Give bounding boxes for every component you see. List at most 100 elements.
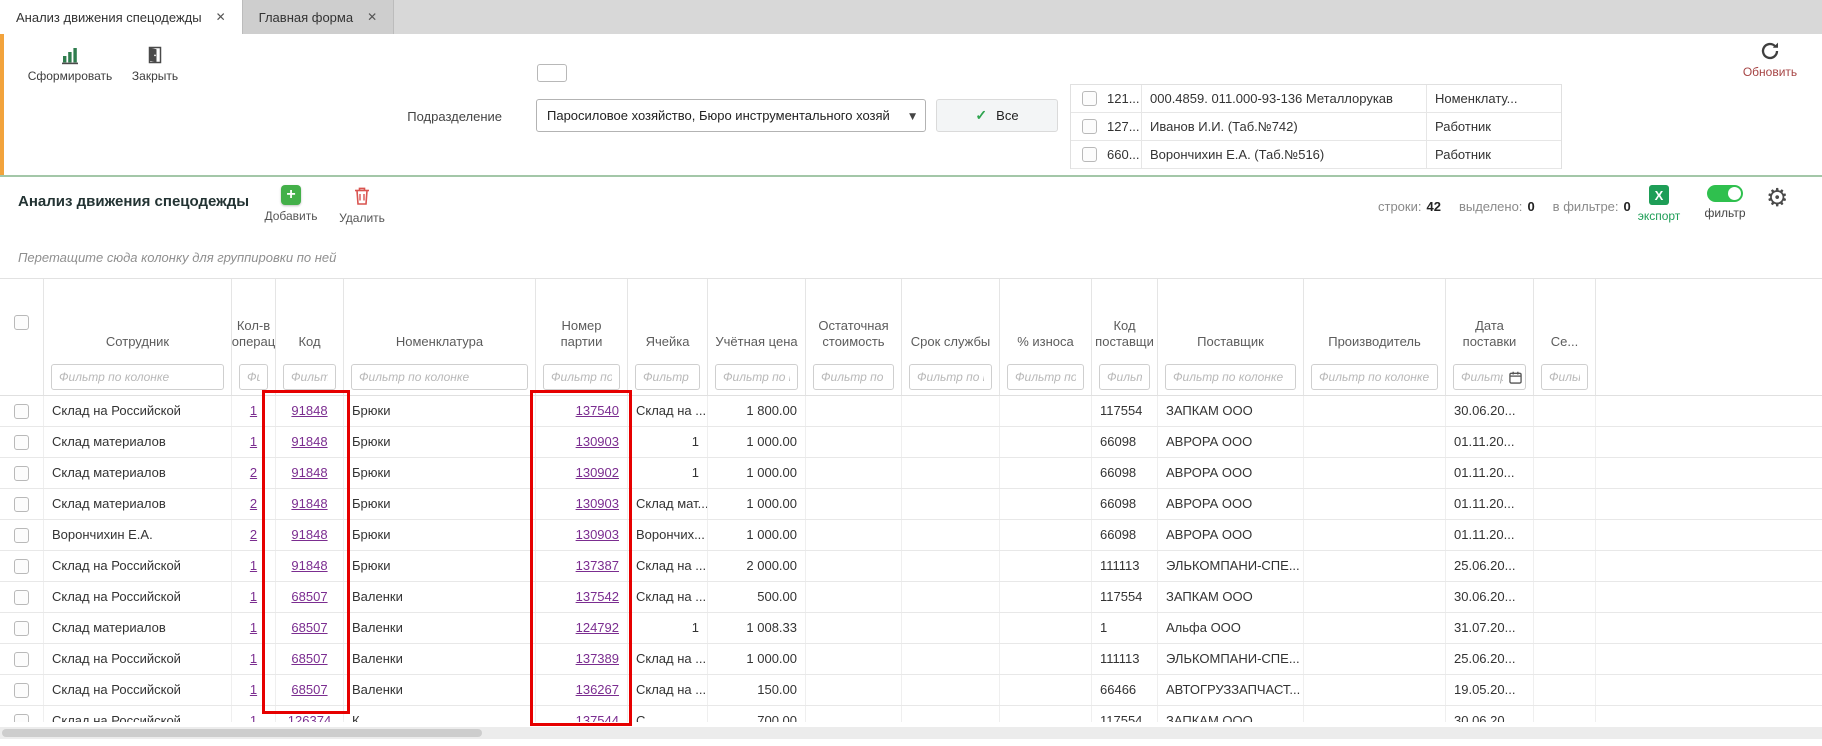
code-link[interactable]: 68507 [291, 620, 327, 635]
column-header-supplier[interactable]: Поставщик [1158, 279, 1304, 358]
table-row[interactable]: Склад материалов168507Валенки12479211 00… [0, 613, 1822, 644]
code-link[interactable]: 91848 [291, 403, 327, 418]
row-checkbox[interactable] [14, 652, 29, 667]
filter-input-supplier[interactable] [1165, 364, 1296, 390]
scrollbar-thumb[interactable] [2, 729, 482, 737]
row-checkbox[interactable] [1082, 119, 1097, 134]
toggle-on-icon[interactable] [1707, 185, 1743, 202]
batch-link[interactable]: 137542 [576, 589, 619, 604]
filter-input-nomenclature[interactable] [351, 364, 528, 390]
filter-input-series[interactable] [1541, 364, 1588, 390]
close-icon[interactable]: ✕ [367, 10, 377, 24]
operations-link[interactable]: 1 [250, 403, 257, 418]
filter-input-operations[interactable] [239, 364, 268, 390]
code-link[interactable]: 68507 [291, 651, 327, 666]
batch-link[interactable]: 137389 [576, 651, 619, 666]
filter-toggle[interactable]: фильтр [1698, 185, 1752, 220]
batch-link[interactable]: 130903 [576, 527, 619, 542]
close-icon[interactable]: ✕ [216, 10, 226, 24]
operations-link[interactable]: 2 [250, 465, 257, 480]
column-header-supplier_code[interactable]: Код поставщи [1092, 279, 1158, 358]
batch-link[interactable]: 136267 [576, 682, 619, 697]
delete-button[interactable]: Удалить [332, 185, 392, 225]
row-checkbox[interactable] [14, 528, 29, 543]
operations-link[interactable]: 1 [250, 434, 257, 449]
code-link[interactable]: 68507 [291, 589, 327, 604]
column-header-cell[interactable]: Ячейка [628, 279, 708, 358]
generate-button[interactable]: Сформировать [24, 44, 116, 83]
operations-link[interactable]: 1 [250, 651, 257, 666]
filter-input-service_life[interactable] [909, 364, 992, 390]
operations-link[interactable]: 2 [250, 496, 257, 511]
row-checkbox[interactable] [1082, 91, 1097, 106]
column-header-price[interactable]: Учётная цена [708, 279, 806, 358]
row-checkbox[interactable] [14, 497, 29, 512]
side-table-row[interactable]: 127...Иванов И.И. (Таб.№742)Работник [1071, 113, 1561, 141]
export-excel-button[interactable]: X экспорт [1630, 185, 1688, 223]
column-header-wear[interactable]: % износа [1000, 279, 1092, 358]
table-row[interactable]: Склад материалов191848Брюки13090311 000.… [0, 427, 1822, 458]
gear-icon[interactable]: ⚙ [1766, 183, 1788, 212]
code-link[interactable]: 91848 [291, 496, 327, 511]
department-dropdown[interactable]: Паросиловое хозяйство, Бюро инструментал… [536, 99, 926, 132]
column-header-employee[interactable]: Сотрудник [44, 279, 232, 358]
batch-link[interactable]: 130903 [576, 434, 619, 449]
select-all-values-button[interactable]: ✓ Все [936, 99, 1058, 132]
filter-input-employee[interactable] [51, 364, 224, 390]
row-checkbox[interactable] [14, 590, 29, 605]
table-row[interactable]: Склад на Российской191848Брюки137540Скла… [0, 396, 1822, 427]
batch-link[interactable]: 137544 [576, 713, 619, 722]
filter-input-residual[interactable] [813, 364, 894, 390]
operations-link[interactable]: 1 [250, 589, 257, 604]
row-checkbox[interactable] [14, 714, 29, 723]
column-header-code[interactable]: Код [276, 279, 344, 358]
operations-link[interactable]: 1 [250, 682, 257, 697]
code-link[interactable]: 91848 [291, 527, 327, 542]
filter-input-supplier_code[interactable] [1099, 364, 1150, 390]
code-link[interactable]: 91848 [291, 434, 327, 449]
batch-link[interactable]: 137387 [576, 558, 619, 573]
table-row[interactable]: Склад на Российской1126374К...137544С...… [0, 706, 1822, 722]
tab-main-form[interactable]: Главная форма ✕ [242, 0, 394, 34]
horizontal-scrollbar[interactable] [0, 727, 1822, 739]
column-header-operations[interactable]: Кол-в операц [232, 279, 276, 358]
batch-link[interactable]: 137540 [576, 403, 619, 418]
column-header-manufacturer[interactable]: Производитель [1304, 279, 1446, 358]
row-checkbox[interactable] [14, 559, 29, 574]
code-link[interactable]: 91848 [291, 465, 327, 480]
column-header-service_life[interactable]: Срок службы [902, 279, 1000, 358]
table-row[interactable]: Склад материалов291848Брюки130903Склад м… [0, 489, 1822, 520]
filter-input-price[interactable] [715, 364, 798, 390]
code-link[interactable]: 126374 [288, 713, 331, 722]
column-header-residual[interactable]: Остаточная стоимость [806, 279, 902, 358]
filter-input-batch[interactable] [543, 364, 620, 390]
row-checkbox[interactable] [14, 683, 29, 698]
batch-link[interactable]: 130902 [576, 465, 619, 480]
filter-input-cell[interactable] [635, 364, 700, 390]
batch-link[interactable]: 130903 [576, 496, 619, 511]
table-row[interactable]: Склад на Российской168507Валенки137542Ск… [0, 582, 1822, 613]
operations-link[interactable]: 1 [250, 558, 257, 573]
row-checkbox[interactable] [14, 621, 29, 636]
filter-input-code[interactable] [283, 364, 336, 390]
column-header-series[interactable]: Се... [1534, 279, 1596, 358]
column-header-nomenclature[interactable]: Номенклатура [344, 279, 536, 358]
side-table-row[interactable]: 660...Ворончихин Е.А. (Таб.№516)Работник [1071, 141, 1561, 169]
row-checkbox[interactable] [14, 435, 29, 450]
table-row[interactable]: Склад материалов291848Брюки13090211 000.… [0, 458, 1822, 489]
calendar-icon[interactable] [1509, 371, 1522, 384]
operations-link[interactable]: 1 [250, 713, 257, 722]
row-checkbox[interactable] [1082, 147, 1097, 162]
row-checkbox[interactable] [14, 404, 29, 419]
row-checkbox[interactable] [14, 466, 29, 481]
code-link[interactable]: 68507 [291, 682, 327, 697]
add-button[interactable]: + Добавить [258, 185, 324, 223]
side-table-row[interactable]: 121...000.4859. 011.000-93-136 Металлору… [1071, 85, 1561, 113]
code-link[interactable]: 91848 [291, 558, 327, 573]
batch-link[interactable]: 124792 [576, 620, 619, 635]
select-all-checkbox[interactable] [14, 315, 29, 330]
table-row[interactable]: Склад на Российской168507Валенки137389Ск… [0, 644, 1822, 675]
filter-input-manufacturer[interactable] [1311, 364, 1438, 390]
refresh-button[interactable]: Обновить [1732, 40, 1808, 79]
tab-analysis[interactable]: Анализ движения спецодежды ✕ [0, 0, 242, 34]
